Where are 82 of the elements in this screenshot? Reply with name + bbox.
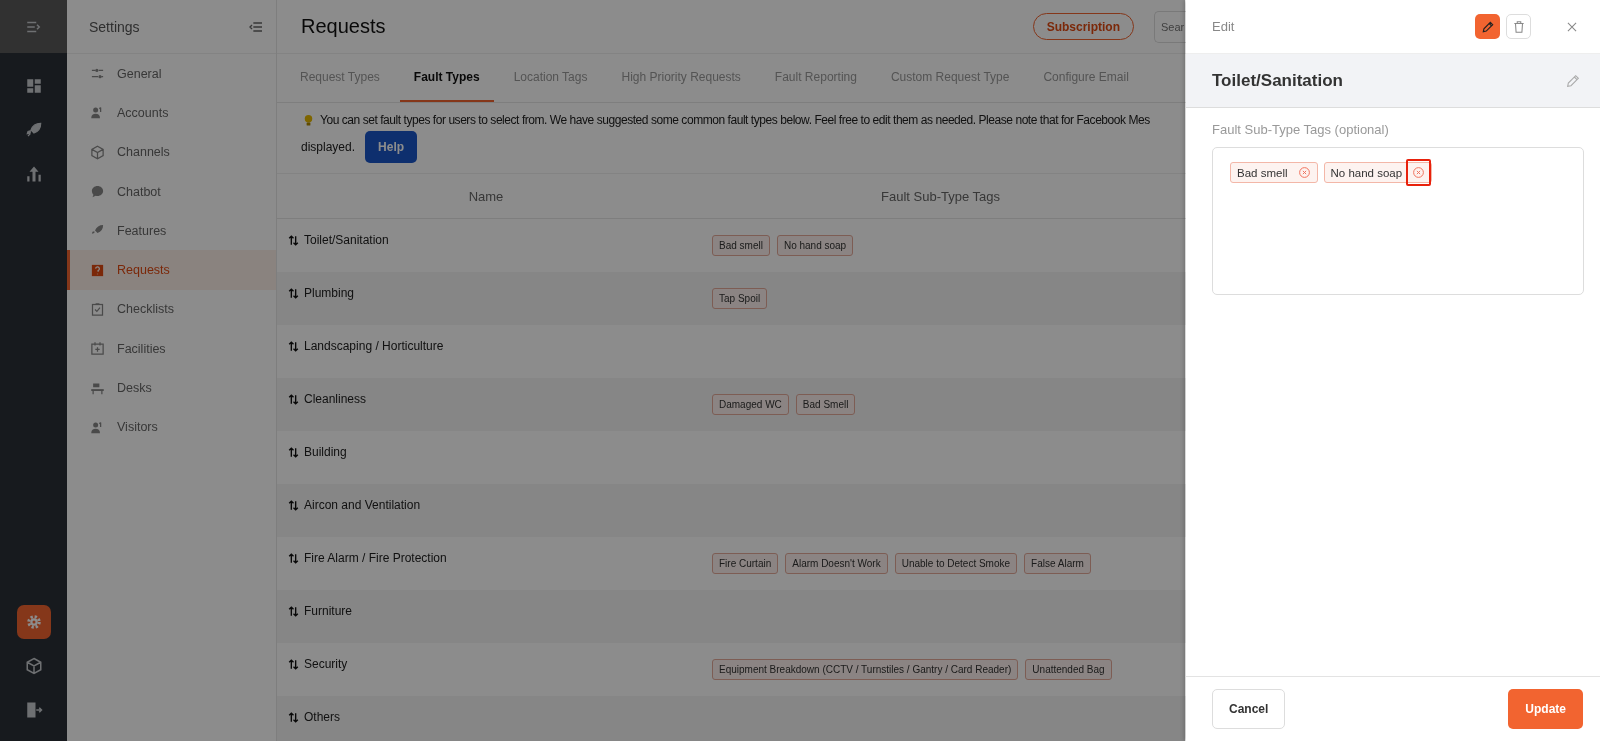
question-icon	[90, 262, 105, 278]
tag: Unable to Detect Smoke	[894, 553, 1018, 574]
sidebar-item[interactable]: Requests	[67, 250, 276, 290]
table-cell: Fire Alarm / Fire Protection	[304, 551, 447, 565]
tags-field[interactable]: Bad smell No hand soap	[1212, 147, 1584, 295]
tag: Damaged WC	[712, 394, 789, 415]
sort-icon	[287, 552, 300, 565]
sidebar-item[interactable]: Facilities	[67, 329, 276, 369]
table-cell: Plumbing	[304, 286, 355, 300]
sidebar-item[interactable]: Checklists	[67, 289, 276, 330]
drawer-heading: Toilet/Sanitation	[1212, 70, 1343, 91]
table-cell: Aircon and Ventilation	[304, 498, 421, 512]
tab[interactable]: Custom Request Type	[876, 54, 1024, 102]
search-field[interactable]: Sear	[1154, 10, 1186, 43]
cube-icon	[90, 144, 105, 160]
delete-button[interactable]	[1506, 14, 1531, 39]
chat-bubble-icon	[90, 184, 105, 200]
table-cell: Toilet/Sanitation	[304, 233, 389, 247]
sidebar-item[interactable]: Visitors	[67, 407, 276, 447]
sort-icon	[287, 711, 300, 724]
tag: False Alarm	[1024, 553, 1091, 574]
calendar-icon	[90, 341, 105, 357]
table-cell: Cleanliness	[304, 392, 367, 406]
table-cell: Landscaping / Horticulture	[304, 339, 444, 353]
exit-icon	[24, 701, 43, 719]
help-button[interactable]: Help	[365, 131, 418, 163]
sidebar-item[interactable]: Accounts	[67, 93, 276, 133]
table-cell: Furniture	[304, 604, 353, 618]
tag: No hand soap	[776, 235, 854, 256]
sidebar-item[interactable]: Features	[67, 211, 276, 251]
cube-icon	[24, 657, 43, 675]
edit-button[interactable]	[1475, 14, 1500, 39]
column-header: Name	[467, 188, 505, 204]
tag: Alarm Doesn't Work	[785, 553, 888, 574]
tab[interactable]: Fault Types	[399, 54, 494, 102]
field-label: Fault Sub-Type Tags (optional)	[1212, 122, 1390, 137]
remove-icon[interactable]	[1297, 166, 1311, 179]
dashboard-icon	[24, 77, 43, 95]
sort-icon	[287, 446, 300, 459]
table-cell: Building	[304, 445, 347, 459]
tag: Bad smell	[712, 235, 770, 256]
sidebar-item[interactable]: General	[67, 54, 276, 94]
settings-icon	[24, 613, 43, 631]
sort-icon	[287, 393, 300, 406]
pencil-icon	[1480, 19, 1495, 34]
tag: Bad Smell	[795, 394, 856, 415]
tab[interactable]: Location Tags	[499, 54, 602, 102]
table-cell: Others	[304, 710, 340, 724]
sidebar-item[interactable]: Channels	[67, 132, 276, 172]
cancel-button[interactable]: Cancel	[1212, 689, 1286, 729]
tab[interactable]: High Priority Requests	[607, 54, 755, 102]
sort-icon	[287, 658, 300, 671]
sort-icon	[287, 340, 300, 353]
tag: Tap Spoil	[712, 288, 768, 309]
sort-icon	[287, 605, 300, 618]
tag: Fire Curtain	[712, 553, 779, 574]
rocket-icon	[24, 121, 43, 139]
notice-text: displayed.	[301, 140, 356, 154]
pencil-icon	[1565, 72, 1581, 89]
subscription-button[interactable]: Subscription	[1032, 13, 1134, 40]
remove-icon[interactable]	[1412, 166, 1426, 179]
tag: Unattended Bag	[1025, 659, 1112, 680]
table-cell: Security	[304, 657, 348, 671]
tab[interactable]: Configure Email	[1029, 54, 1143, 102]
tab[interactable]: Request Types	[286, 54, 394, 102]
notice-text: You can set fault types for users to select from. We have suggested some common fault types below. Feel free to edit them as needed. Please note that for Facebook Mes	[320, 113, 1150, 127]
checklist-icon	[90, 301, 105, 317]
tab[interactable]: Fault Reporting	[760, 54, 871, 102]
update-button[interactable]: Update	[1508, 689, 1583, 729]
sort-icon	[287, 499, 300, 512]
chart-icon	[24, 165, 43, 183]
page-title: Requests	[301, 15, 387, 38]
sort-icon	[287, 234, 300, 247]
sidebar-item[interactable]: Chatbot	[67, 171, 276, 212]
sort-icon	[287, 287, 300, 300]
drawer-title: Edit	[1212, 19, 1236, 34]
sidebar-item[interactable]: Desks	[67, 368, 276, 408]
tag: Equipment Breakdown (CCTV / Turnstiles / Gantry / Card Reader)	[712, 659, 1019, 680]
trash-icon	[1511, 19, 1526, 34]
settings-button[interactable]	[16, 605, 51, 639]
column-header: Fault Sub-Type Tags	[880, 188, 1001, 204]
sidebar-title: Settings	[89, 18, 140, 35]
